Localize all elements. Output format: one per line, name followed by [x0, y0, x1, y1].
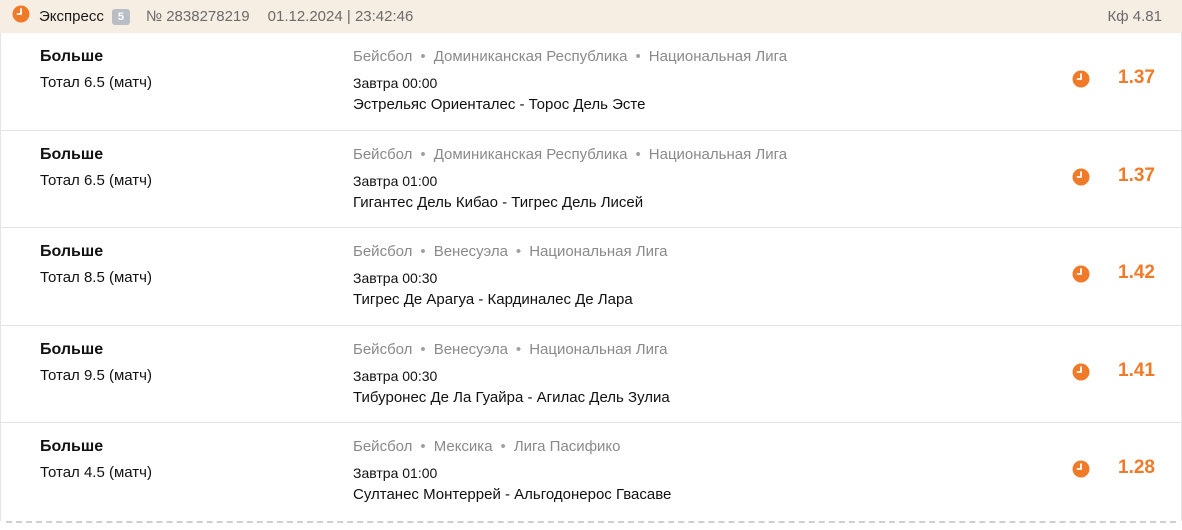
- event-teams[interactable]: Эстрельяс Ориенталес - Торос Дель Эсте: [353, 96, 645, 113]
- bullet-separator: •: [420, 438, 426, 456]
- clock-icon: [1072, 70, 1090, 93]
- clock-icon: [1072, 460, 1090, 483]
- event-start-time: Завтра 00:00: [353, 75, 438, 91]
- bullet-separator: •: [420, 243, 426, 261]
- league-label: Лига Пасифико: [513, 438, 621, 456]
- selection-outcome: Больше: [40, 243, 104, 261]
- bullet-separator: •: [635, 48, 641, 65]
- country-label: Доминиканская Республика: [433, 48, 628, 65]
- bullet-separator: •: [515, 340, 522, 358]
- event-start-time: Завтра 00:30: [353, 270, 438, 287]
- selection-outcome: Больше: [40, 438, 104, 456]
- selection-market: Тотал 4.5 (матч): [40, 464, 152, 482]
- clock-icon: [1072, 265, 1090, 288]
- selection-row[interactable]: Больше Тотал 9.5 (матч) Бейсбол • Венесуэл…: [1, 326, 1181, 424]
- bet-type-label: Экспресс: [39, 8, 104, 25]
- clock-icon: [1072, 363, 1090, 386]
- selection-outcome: Больше: [40, 48, 104, 65]
- selection-market: Тотал 8.5 (матч): [40, 269, 152, 287]
- dashed-divider: [6, 521, 1176, 523]
- selection-market: Тотал 9.5 (матч): [40, 366, 152, 384]
- event-breadcrumb: Бейсбол • Доминиканская Республика • Национа…: [353, 48, 787, 65]
- country-label: Венесуэла: [433, 243, 508, 261]
- league-label: Национальная Лига: [648, 48, 788, 65]
- event-start-time: Завтра 01:00: [353, 172, 438, 189]
- selection-row[interactable]: Больше Тотал 8.5 (матч) Бейсбол • Венесуэл…: [1, 228, 1181, 326]
- selection-outcome: Больше: [40, 340, 104, 358]
- bullet-separator: •: [635, 145, 641, 163]
- selection-odds: 1.42: [1118, 262, 1155, 284]
- country-label: Мексика: [433, 438, 493, 456]
- selection-odds: 1.37: [1118, 164, 1155, 186]
- event-start-time: Завтра 00:30: [353, 367, 438, 384]
- league-label: Национальная Лига: [648, 145, 788, 163]
- sport-label: Бейсбол: [353, 243, 413, 261]
- event-teams[interactable]: Султанес Монтеррей - Альгодонерос Гвасав…: [353, 486, 671, 503]
- country-label: Доминиканская Республика: [433, 145, 628, 163]
- bullet-separator: •: [420, 48, 426, 65]
- selections-list: Больше Тотал 6.5 (матч) Бейсбол • Доминика…: [0, 33, 1182, 521]
- event-breadcrumb: Бейсбол • Венесуэла • Национальная Лига: [353, 243, 668, 260]
- bullet-separator: •: [420, 340, 426, 358]
- bet-card: Экспресс 5 № 2838278219 01.12.2024 | 23:…: [0, 0, 1182, 530]
- selection-row[interactable]: Больше Тотал 6.5 (матч) Бейсбол • Доминика…: [1, 33, 1181, 131]
- bullet-separator: •: [420, 145, 426, 163]
- bullet-separator: •: [515, 243, 522, 261]
- selection-odds: 1.41: [1118, 359, 1155, 381]
- selection-market: Тотал 6.5 (матч): [40, 74, 152, 91]
- bet-datetime: 01.12.2024 | 23:42:46: [267, 8, 414, 25]
- selection-row[interactable]: Больше Тотал 4.5 (матч) Бейсбол • Мексика •…: [1, 423, 1181, 521]
- selections-count-badge: 5: [111, 8, 130, 25]
- clock-icon: [12, 5, 30, 28]
- selection-odds: 1.28: [1118, 457, 1155, 479]
- sport-label: Бейсбол: [353, 340, 413, 358]
- selection-odds: 1.37: [1118, 67, 1155, 88]
- country-label: Венесуэла: [433, 340, 508, 358]
- league-label: Национальная Лига: [529, 340, 668, 358]
- bet-number: № 2838278219: [145, 8, 250, 25]
- event-start-time: Завтра 01:00: [353, 465, 438, 482]
- league-label: Национальная Лига: [529, 243, 668, 261]
- selection-outcome: Больше: [40, 145, 104, 163]
- sport-label: Бейсбол: [353, 145, 413, 163]
- sport-label: Бейсбол: [353, 48, 413, 65]
- sport-label: Бейсбол: [353, 438, 413, 456]
- event-breadcrumb: Бейсбол • Мексика • Лига Пасифико: [353, 438, 620, 455]
- selection-row[interactable]: Больше Тотал 6.5 (матч) Бейсбол • Доминика…: [1, 131, 1181, 229]
- event-teams[interactable]: Тигрес Де Арагуа - Кардиналес Де Лара: [353, 291, 633, 308]
- bet-header[interactable]: Экспресс 5 № 2838278219 01.12.2024 | 23:…: [0, 0, 1182, 33]
- bullet-separator: •: [500, 438, 506, 456]
- event-breadcrumb: Бейсбол • Доминиканская Республика • Национа…: [353, 146, 787, 163]
- event-teams[interactable]: Гигантес Дель Кибао - Тигрес Дель Лисей: [353, 194, 643, 211]
- event-teams[interactable]: Тибуронес Де Ла Гуайра - Агилас Дель Зул…: [353, 389, 670, 406]
- event-breadcrumb: Бейсбол • Венесуэла • Национальная Лига: [353, 341, 668, 358]
- total-coefficient: Кф 4.81: [1107, 8, 1162, 25]
- clock-icon: [1072, 168, 1090, 191]
- selection-market: Тотал 6.5 (матч): [40, 171, 152, 189]
